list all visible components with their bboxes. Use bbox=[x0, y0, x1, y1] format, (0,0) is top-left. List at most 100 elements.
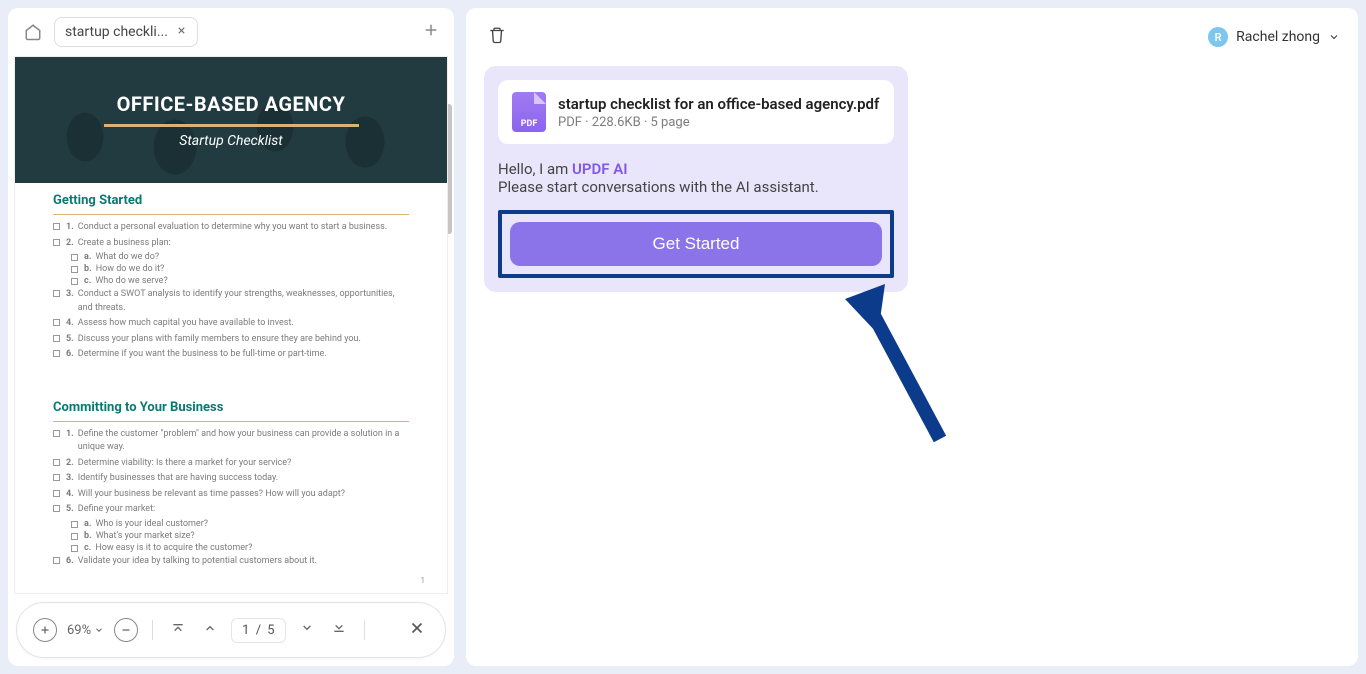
page-indicator[interactable]: 1 / 5 bbox=[231, 618, 285, 643]
item-number: 5. bbox=[66, 503, 74, 517]
checklist-item: 5. Discuss your plans with family members… bbox=[53, 333, 409, 347]
chevron-down-icon bbox=[94, 625, 104, 635]
section-title: Committing to Your Business bbox=[53, 400, 409, 415]
user-menu[interactable]: R Rachel zhong bbox=[1208, 27, 1340, 47]
checkbox-icon bbox=[53, 459, 60, 466]
brand-name: UPDF AI bbox=[572, 160, 628, 178]
right-panel: R Rachel zhong PDF startup checklist for… bbox=[466, 8, 1358, 666]
chevron-down-icon bbox=[1328, 31, 1340, 43]
checklist-item: 3. Conduct a SWOT analysis to identify yo… bbox=[53, 288, 409, 315]
get-started-button[interactable]: Get Started bbox=[510, 222, 882, 266]
new-tab-button[interactable] bbox=[418, 16, 444, 48]
checkbox-icon bbox=[71, 545, 78, 552]
toolbar-divider bbox=[364, 620, 365, 640]
tab-label: startup checkli... bbox=[65, 24, 168, 40]
pdf-file-icon: PDF bbox=[512, 92, 546, 132]
item-text: Identify businesses that are having succ… bbox=[78, 472, 409, 486]
item-text: Assess how much capital you have availab… bbox=[78, 317, 409, 331]
checkbox-icon bbox=[53, 557, 60, 564]
item-text: Conduct a SWOT analysis to identify your… bbox=[78, 288, 409, 315]
item-text: Determine if you want the business to be… bbox=[78, 348, 409, 362]
checkbox-icon bbox=[71, 278, 78, 285]
item-number: 3. bbox=[66, 288, 74, 302]
checkbox-icon bbox=[53, 290, 60, 297]
document-viewport[interactable]: OFFICE-BASED AGENCY Startup Checklist Ge… bbox=[8, 56, 454, 594]
page-separator: / bbox=[256, 623, 261, 638]
prev-page-button[interactable] bbox=[199, 617, 221, 643]
item-text: Determine viability: Is there a market f… bbox=[78, 457, 409, 471]
checklist-item: 1.Define the customer "problem" and how … bbox=[53, 428, 409, 455]
item-number: 4. bbox=[66, 317, 74, 331]
greeting-prefix: Hello, I am bbox=[498, 160, 572, 178]
chevron-up-icon bbox=[202, 620, 218, 636]
tab-close-button[interactable] bbox=[176, 24, 187, 40]
checklist-item: 4. Will your business be relevant as time… bbox=[53, 488, 409, 502]
subitem-letter: c. bbox=[84, 543, 91, 553]
zoom-in-button[interactable] bbox=[33, 618, 57, 642]
section-committing: Committing to Your Business 1.Define the… bbox=[15, 390, 447, 575]
subitem-text: How do we do it? bbox=[96, 264, 409, 274]
checkbox-icon bbox=[53, 223, 60, 230]
checkbox-icon bbox=[53, 490, 60, 497]
page-total: 5 bbox=[267, 623, 274, 638]
checkbox-icon bbox=[53, 430, 60, 437]
subitem-letter: b. bbox=[84, 264, 92, 274]
chevron-bottom-icon bbox=[331, 620, 347, 636]
subitem-text: What do we do? bbox=[95, 252, 409, 262]
section-getting-started: Getting Started 1.Conduct a personal eva… bbox=[15, 183, 447, 368]
checkbox-icon bbox=[53, 350, 60, 357]
first-page-button[interactable] bbox=[167, 617, 189, 643]
checklist-subitem: a.What do we do? bbox=[71, 252, 409, 262]
item-text: Validate your idea by talking to potenti… bbox=[78, 555, 409, 569]
checkbox-icon bbox=[71, 521, 78, 528]
item-number: 6. bbox=[66, 348, 74, 362]
plus-icon bbox=[422, 21, 440, 39]
item-text: Discuss your plans with family members t… bbox=[78, 333, 409, 347]
zoom-level-dropdown[interactable]: 69% bbox=[67, 623, 104, 638]
attached-file[interactable]: PDF startup checklist for an office-base… bbox=[498, 80, 894, 144]
user-name: Rachel zhong bbox=[1236, 29, 1320, 45]
checklist-subitem: c.Who do we serve? bbox=[71, 276, 409, 286]
item-text: Will your business be relevant as time p… bbox=[78, 488, 409, 502]
chevron-top-icon bbox=[170, 620, 186, 636]
last-page-button[interactable] bbox=[328, 617, 350, 643]
checklist-item: 6. Determine if you want the business to … bbox=[53, 348, 409, 362]
file-name: startup checklist for an office-based ag… bbox=[558, 95, 879, 113]
checklist-subitem: b.What's your market size? bbox=[71, 531, 409, 541]
subitem-text: Who do we serve? bbox=[95, 276, 409, 286]
checkbox-icon bbox=[53, 335, 60, 342]
item-number: 3. bbox=[66, 472, 74, 486]
get-started-highlight: Get Started bbox=[498, 210, 894, 278]
minus-icon bbox=[120, 624, 132, 636]
file-info: startup checklist for an office-based ag… bbox=[558, 95, 879, 130]
checkbox-icon bbox=[53, 505, 60, 512]
delete-button[interactable] bbox=[484, 22, 510, 52]
toolbar-divider bbox=[152, 620, 153, 640]
zoom-out-button[interactable] bbox=[114, 618, 138, 642]
close-toolbar-button[interactable] bbox=[405, 616, 429, 644]
document-page: OFFICE-BASED AGENCY Startup Checklist Ge… bbox=[14, 56, 448, 594]
plus-icon bbox=[39, 624, 51, 636]
item-text: Define your market: bbox=[78, 503, 409, 517]
next-page-button[interactable] bbox=[296, 617, 318, 643]
page-current: 1 bbox=[242, 623, 249, 638]
item-number: 1. bbox=[66, 428, 74, 442]
item-number: 2. bbox=[66, 237, 74, 251]
item-number: 5. bbox=[66, 333, 74, 347]
checkbox-icon bbox=[71, 254, 78, 261]
checklist-item: 2.Determine viability: Is there a market… bbox=[53, 457, 409, 471]
close-icon bbox=[176, 25, 187, 36]
home-button[interactable] bbox=[18, 17, 48, 47]
checklist-item: 4. Assess how much capital you have avail… bbox=[53, 317, 409, 331]
checklist-subitem: a.Who is your ideal customer? bbox=[71, 519, 409, 529]
file-meta: PDF · 228.6KB · 5 page bbox=[558, 115, 879, 130]
ai-chat-card: PDF startup checklist for an office-base… bbox=[484, 66, 908, 292]
hero-subtitle: Startup Checklist bbox=[179, 133, 282, 149]
item-number: 4. bbox=[66, 488, 74, 502]
checkbox-icon bbox=[53, 474, 60, 481]
subitem-text: Who is your ideal customer? bbox=[95, 519, 409, 529]
trash-icon bbox=[488, 26, 506, 44]
item-number: 6. bbox=[66, 555, 74, 569]
tab-document[interactable]: startup checkli... bbox=[54, 17, 198, 47]
checklist-item: 1.Conduct a personal evaluation to deter… bbox=[53, 221, 409, 235]
